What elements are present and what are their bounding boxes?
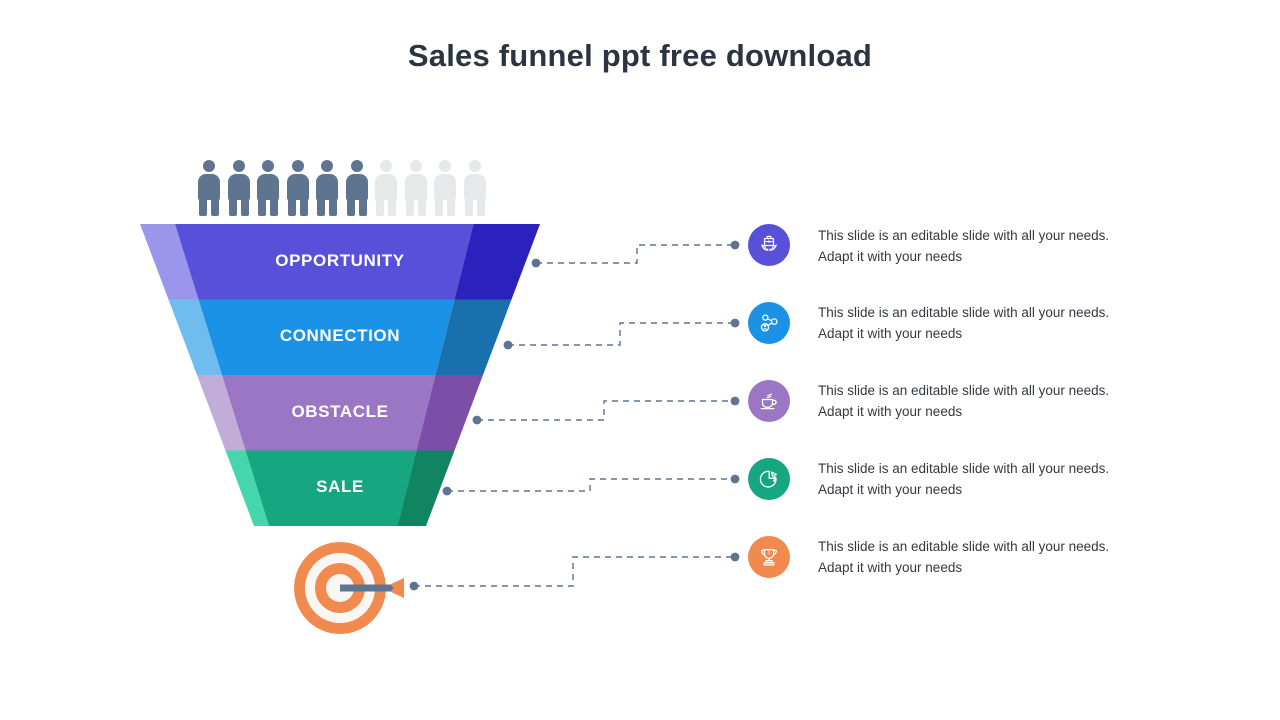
connector-dot-3-end — [730, 396, 740, 406]
connector-line-5 — [414, 556, 735, 587]
page-title: Sales funnel ppt free download — [407, 38, 873, 73]
funnel-stage-2-main — [198, 299, 455, 375]
funnel-stage-4-main — [245, 450, 417, 526]
sales-funnel-graphic: OPPORTUNITY CONNECTION OBSTACLE SALE — [140, 224, 540, 526]
connector-line-2 — [508, 322, 735, 346]
funnel-svg — [140, 224, 540, 526]
person-icon — [314, 160, 340, 216]
item-icon-5[interactable]: 1 — [748, 536, 790, 578]
person-icon — [226, 160, 252, 216]
person-icon — [344, 160, 370, 216]
funnel-stage-3-main — [222, 375, 436, 451]
trophy-icon: 1 — [761, 548, 777, 566]
person-icon — [403, 160, 429, 216]
item-text-2: This slide is an editable slide with all… — [818, 305, 1110, 341]
bullseye-target-icon — [292, 538, 408, 638]
connector-dot-5-start — [409, 581, 419, 591]
item-icon-1[interactable] — [748, 224, 790, 266]
person-icon — [285, 160, 311, 216]
person-icon — [255, 160, 281, 216]
svg-text:1: 1 — [768, 550, 771, 556]
coffee-cup-icon — [760, 393, 777, 410]
item-text-1: This slide is an editable slide with all… — [818, 228, 1110, 264]
briefcase-laurel-icon — [761, 235, 777, 251]
funnel-stage-1-main — [175, 224, 474, 300]
item-icon-4[interactable] — [748, 458, 790, 500]
connector-dot-1-end — [730, 240, 740, 250]
item-text-5: This slide is an editable slide with all… — [818, 539, 1110, 575]
person-icon — [462, 160, 488, 216]
connector-line-1 — [536, 244, 735, 264]
network-share-icon — [760, 314, 778, 332]
item-icon-3[interactable] — [748, 380, 790, 422]
connector-dot-4-end — [730, 474, 740, 484]
person-icon — [432, 160, 458, 216]
pie-chart-dollar-icon — [759, 470, 777, 488]
item-icon-2[interactable] — [748, 302, 790, 344]
people-row — [196, 160, 488, 216]
person-icon — [196, 160, 222, 216]
person-icon — [373, 160, 399, 216]
item-text-3: This slide is an editable slide with all… — [818, 383, 1110, 419]
item-text-4: This slide is an editable slide with all… — [818, 461, 1110, 497]
connector-dot-2-end — [730, 318, 740, 328]
slide-canvas: Sales funnel ppt free download OPPORTUNI… — [0, 0, 1280, 720]
connector-dot-5-end — [730, 552, 740, 562]
